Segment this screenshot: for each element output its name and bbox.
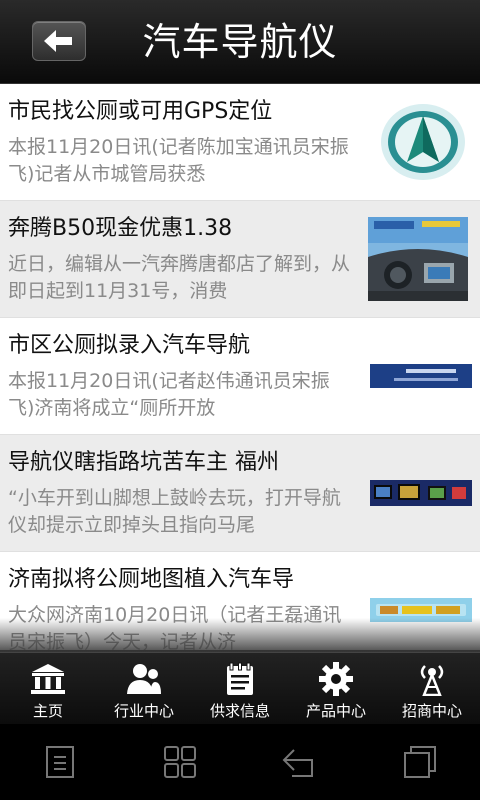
news-description: “小车开到山脚想上鼓岭去玩，打开导航仪却提示立即掉头且指向马尾 [8, 487, 341, 536]
notepad-icon [220, 661, 260, 697]
navigation-banner-thumbnail[interactable] [370, 364, 472, 388]
tab-investment[interactable]: 招商中心 [384, 653, 480, 724]
gear-icon [316, 661, 356, 697]
tab-supply-demand[interactable]: 供求信息 [192, 653, 288, 724]
news-item[interactable]: 导航仪瞎指路坑苦车主 福州 “小车开到山脚想上鼓岭去玩，打开导航仪却提示立即掉头… [0, 435, 480, 552]
navigation-devices-thumbnail[interactable] [370, 480, 472, 506]
news-description: 近日，编辑从一汽奔腾唐都店了解到，从即日起到11月31号，消费 [8, 253, 351, 302]
antenna-icon [412, 661, 452, 697]
news-list[interactable]: 市民找公厕或可用GPS定位 本报11月20日讯(记者陈加宝通讯员宋振飞)记者从市… [0, 84, 480, 650]
navigation-banner-icon [370, 364, 472, 388]
navigation-devices-icon [370, 480, 472, 506]
recent-apps-button[interactable] [390, 737, 450, 787]
news-description: 本报11月20日讯(记者赵伟通讯员宋振飞)济南将成立“厕所开放 [8, 370, 330, 419]
system-navigation-bar [0, 724, 480, 800]
page-title: 汽车导航仪 [142, 20, 338, 64]
tab-label: 产品中心 [305, 702, 366, 720]
list-scroll-fade [0, 618, 480, 652]
car-interior-thumbnail[interactable] [368, 217, 468, 301]
tab-home[interactable]: 主页 [0, 653, 96, 724]
news-item[interactable]: 市民找公厕或可用GPS定位 本报11月20日讯(记者陈加宝通讯员宋振飞)记者从市… [0, 84, 480, 201]
system-back-button[interactable] [270, 737, 330, 787]
menu-icon [46, 746, 74, 778]
news-title: 市区公厕拟录入汽车导航 [8, 333, 251, 358]
news-title: 导航仪瞎指路坑苦车主 福州 [8, 450, 279, 475]
tab-label: 供求信息 [209, 702, 270, 720]
app-header: 汽车导航仪 [0, 0, 480, 84]
news-description: 本报11月20日讯(记者陈加宝通讯员宋振飞)记者从市城管局获悉 [8, 136, 349, 185]
bank-icon [28, 661, 68, 697]
users-icon [124, 661, 164, 697]
tab-label: 行业中心 [113, 702, 174, 720]
tab-label: 主页 [32, 702, 63, 720]
tab-industry[interactable]: 行业中心 [96, 653, 192, 724]
home-icon [164, 746, 196, 778]
tab-label: 招商中心 [401, 702, 462, 720]
home-button[interactable] [150, 737, 210, 787]
news-title: 市民找公厕或可用GPS定位 [8, 99, 273, 124]
news-item[interactable]: 奔腾B50现金优惠1.38 近日，编辑从一汽奔腾唐都店了解到，从即日起到11月3… [0, 201, 480, 318]
bottom-tab-bar: 主页 行业中心 供求信息 产品中心 招商中心 [0, 652, 480, 724]
back-icon [282, 749, 313, 777]
gps-logo-thumbnail[interactable] [378, 102, 468, 182]
car-interior-photo-icon [368, 217, 468, 301]
news-item[interactable]: 市区公厕拟录入汽车导航 本报11月20日讯(记者赵伟通讯员宋振飞)济南将成立“厕… [0, 318, 480, 435]
menu-button[interactable] [30, 737, 90, 787]
recent-apps-icon [404, 746, 436, 778]
news-title: 济南拟将公厕地图植入汽车导 [8, 567, 295, 592]
gps-logo-icon [381, 104, 465, 180]
news-title: 奔腾B50现金优惠1.38 [8, 216, 233, 241]
tab-products[interactable]: 产品中心 [288, 653, 384, 724]
